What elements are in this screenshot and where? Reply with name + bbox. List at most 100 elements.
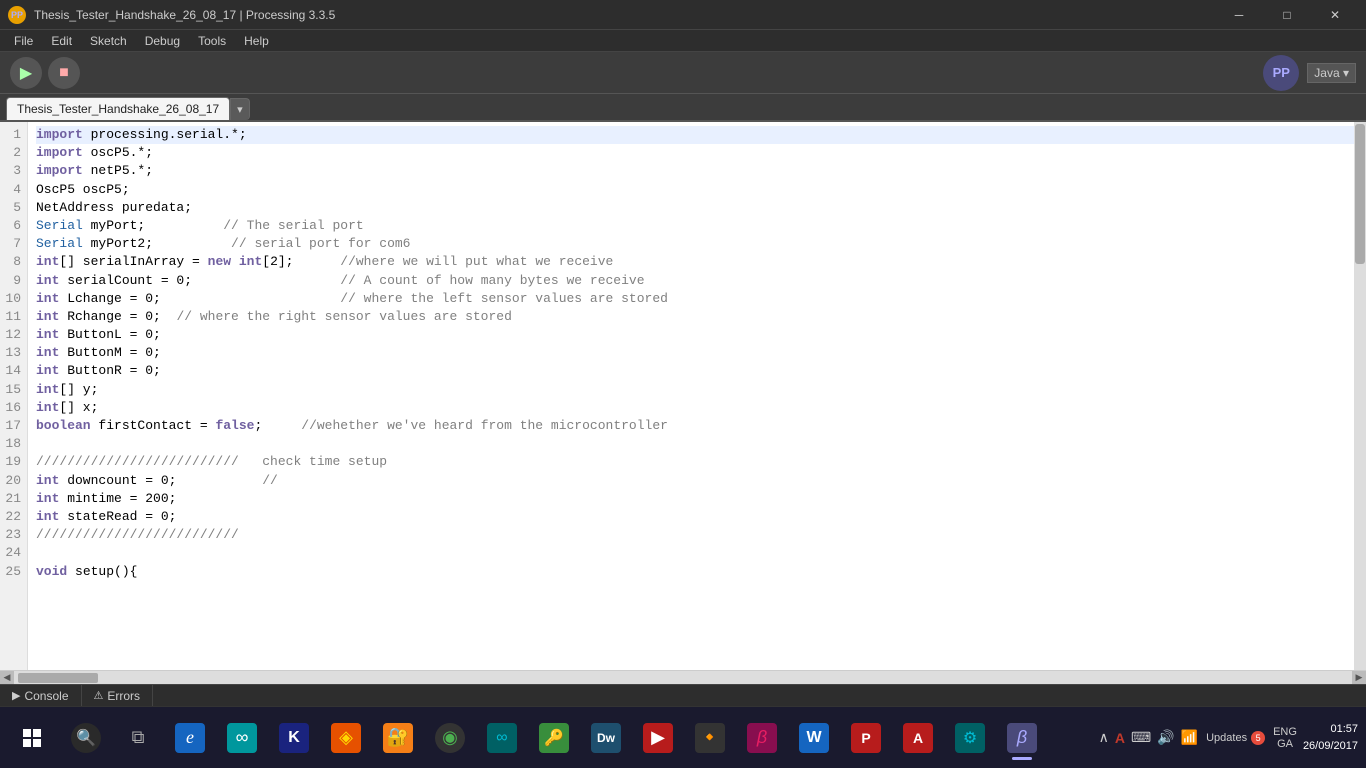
app5-icon: ◈ [331, 723, 361, 753]
line-number: 6 [4, 217, 21, 235]
taskbar-acrobat[interactable]: A [894, 714, 942, 762]
tab-label: Thesis_Tester_Handshake_26_08_17 [17, 102, 219, 116]
line-number: 18 [4, 435, 21, 453]
line-number: 21 [4, 490, 21, 508]
code-line: int Rchange = 0; // where the right sens… [36, 308, 1358, 326]
start-button[interactable] [8, 714, 56, 762]
line-number: 3 [4, 162, 21, 180]
code-line: int Lchange = 0; // where the left senso… [36, 290, 1358, 308]
sound-tray-icon[interactable]: 🔊 [1157, 729, 1174, 746]
line-number: 5 [4, 199, 21, 217]
line-number: 13 [4, 344, 21, 362]
java-label: Java ▾ [1314, 66, 1349, 80]
code-line: int[] x; [36, 399, 1358, 417]
scroll-left-button[interactable]: ◀ [0, 671, 14, 685]
taskbar-app12[interactable]: β [738, 714, 786, 762]
menu-tools[interactable]: Tools [190, 32, 234, 50]
line-number: 11 [4, 308, 21, 326]
taskbar-vlc[interactable]: 🔸 [686, 714, 734, 762]
code-line: OscP5 oscP5; [36, 181, 1358, 199]
code-line: int ButtonL = 0; [36, 326, 1358, 344]
dreamweaver-icon: Dw [591, 723, 621, 753]
taskbar-edge[interactable]: e [166, 714, 214, 762]
minimize-button[interactable]: ─ [1216, 0, 1262, 30]
show-hidden-icon[interactable]: ∧ [1099, 729, 1109, 746]
tab-dropdown-button[interactable]: ▾ [230, 98, 250, 120]
code-line: int[] y; [36, 381, 1358, 399]
notification-badge: 5 [1251, 731, 1265, 745]
line-number: 17 [4, 417, 21, 435]
vertical-scrollbar[interactable] [1354, 122, 1366, 670]
toolbar: ▶ ■ PP Java ▾ [0, 52, 1366, 94]
task-view-icon: ⧉ [123, 723, 153, 753]
code-line: int downcount = 0; // [36, 472, 1358, 490]
taskbar-chrome[interactable]: ◉ [426, 714, 474, 762]
console-tab[interactable]: ▶ Console [0, 685, 82, 706]
app6-icon: 🔐 [383, 723, 413, 753]
scroll-right-button[interactable]: ▶ [1352, 671, 1366, 685]
acrobat-icon: A [903, 723, 933, 753]
code-line: int[] serialInArray = new int[2]; //wher… [36, 253, 1358, 271]
code-line: boolean firstContact = false; //wehether… [36, 417, 1358, 435]
taskbar-media[interactable]: ▶ [634, 714, 682, 762]
taskbar-app6[interactable]: 🔐 [374, 714, 422, 762]
code-line: int stateRead = 0; [36, 508, 1358, 526]
menu-help[interactable]: Help [236, 32, 277, 50]
taskbar-powerpoint[interactable]: P [842, 714, 890, 762]
toolbar-left: ▶ ■ [10, 57, 80, 89]
taskbar: 🔍 ⧉ e ∞ K ◈ 🔐 ◉ ∞ 🔑 Dw ▶ 🔸 β W P [0, 706, 1366, 768]
menu-bar: File Edit Sketch Debug Tools Help [0, 30, 1366, 52]
search-button[interactable]: 🔍 [62, 714, 110, 762]
network-tray-icon[interactable]: 📶 [1181, 729, 1198, 746]
taskbar-word[interactable]: W [790, 714, 838, 762]
language-indicator: ENGGA [1273, 726, 1297, 750]
antivirus-tray-icon[interactable]: A [1115, 730, 1125, 746]
menu-file[interactable]: File [6, 32, 41, 50]
arduino3-icon: ⚙ [955, 723, 985, 753]
code-line [36, 544, 1358, 562]
code-line: Serial myPort; // The serial port [36, 217, 1358, 235]
line-number: 25 [4, 563, 21, 581]
active-tab[interactable]: Thesis_Tester_Handshake_26_08_17 [6, 97, 230, 120]
horizontal-scrollbar-track[interactable] [14, 671, 1352, 684]
run-button[interactable]: ▶ [10, 57, 42, 89]
taskbar-kleopatra[interactable]: K [270, 714, 318, 762]
clock-time: 01:57 [1303, 721, 1358, 738]
horizontal-scrollbar-thumb[interactable] [18, 673, 98, 683]
stop-button[interactable]: ■ [48, 57, 80, 89]
taskbar-dreamweaver[interactable]: Dw [582, 714, 630, 762]
keyboard-tray-icon[interactable]: ⌨ [1131, 729, 1151, 746]
code-line: import processing.serial.*; [36, 126, 1358, 144]
taskbar-keepass[interactable]: 🔑 [530, 714, 578, 762]
scrollbar-thumb[interactable] [1355, 124, 1365, 264]
task-view-button[interactable]: ⧉ [114, 714, 162, 762]
taskbar-app5[interactable]: ◈ [322, 714, 370, 762]
line-number: 1 [4, 126, 21, 144]
titlebar-left: PP Thesis_Tester_Handshake_26_08_17 | Pr… [8, 6, 335, 24]
bottom-panel: ▶ Console ⚠ Errors [0, 684, 1366, 706]
code-line: import netP5.*; [36, 162, 1358, 180]
code-line: ////////////////////////// check time se… [36, 453, 1358, 471]
maximize-button[interactable]: □ [1264, 0, 1310, 30]
line-number: 12 [4, 326, 21, 344]
code-area[interactable]: 1234567891011121314151617181920212223242… [0, 122, 1366, 670]
menu-edit[interactable]: Edit [43, 32, 80, 50]
notification-area[interactable]: Updates 5 [1206, 731, 1265, 745]
processing-logo: PP [1263, 55, 1299, 91]
clock-area[interactable]: 01:57 26/09/2017 [1303, 721, 1358, 754]
code-content[interactable]: import processing.serial.*;import oscP5.… [28, 122, 1366, 670]
errors-tab[interactable]: ⚠ Errors [82, 685, 154, 706]
line-number: 7 [4, 235, 21, 253]
menu-sketch[interactable]: Sketch [82, 32, 135, 50]
code-line: int serialCount = 0; // A count of how m… [36, 272, 1358, 290]
code-line: int ButtonR = 0; [36, 362, 1358, 380]
taskbar-arduino2[interactable]: ∞ [478, 714, 526, 762]
menu-debug[interactable]: Debug [137, 32, 188, 50]
code-line: ////////////////////////// [36, 526, 1358, 544]
close-button[interactable]: ✕ [1312, 0, 1358, 30]
taskbar-arduino[interactable]: ∞ [218, 714, 266, 762]
app-icon: PP [8, 6, 26, 24]
taskbar-processing[interactable]: β [998, 714, 1046, 762]
java-mode-selector[interactable]: Java ▾ [1307, 63, 1356, 83]
taskbar-arduino3[interactable]: ⚙ [946, 714, 994, 762]
